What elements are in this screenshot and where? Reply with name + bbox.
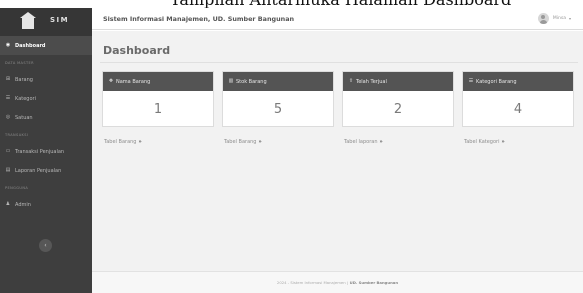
sidebar-item-dashboard[interactable]: ◉ Dashboard — [0, 36, 92, 55]
double-chevron-right-icon: » — [258, 139, 262, 145]
card-telah-terjual: ⇪ Telah Terjual 2 — [342, 71, 454, 127]
sidebar-item-label: Barang — [15, 76, 33, 83]
link-label: Tabel Barang — [224, 139, 257, 145]
card-value: 5 — [273, 101, 283, 117]
user-icon: ♟ — [5, 201, 11, 207]
footer-text: 2024 - Sistem Informasi Manajemen | — [276, 280, 349, 285]
card-kategori-barang: ☰ Kategori Barang 4 — [462, 71, 574, 127]
scale-icon: ◎ — [5, 114, 11, 120]
sidebar-item-transaksi-penjualan[interactable]: ▭ Transaksi Penjualan — [0, 142, 92, 161]
card-nama-barang: ❖ Nama Barang 1 — [102, 71, 214, 127]
figure-caption: Tampilan Antarmuka Halaman Dashboard — [0, 0, 583, 8]
sidebar-item-admin[interactable]: ♟ Admin — [0, 195, 92, 214]
bar-chart-icon: ▥ — [228, 78, 234, 84]
card-header: ☰ Kategori Barang — [463, 72, 573, 91]
figure-caption-text: Tampilan Antarmuka Halaman Dashboard — [170, 0, 511, 8]
double-chevron-right-icon: » — [138, 139, 142, 145]
brand-name: SIM — [50, 16, 70, 24]
sidebar-toggle-button[interactable]: ‹ — [39, 239, 52, 252]
sidebar-item-barang[interactable]: ⊞ Barang — [0, 70, 92, 89]
card-value: 2 — [393, 101, 403, 117]
sidebar-item-label: Dashboard — [15, 42, 46, 49]
topbar: Sistem Informasi Manajemen, UD. Sumber B… — [92, 8, 583, 30]
link-label: Tabel laporan — [344, 139, 378, 145]
card-header: ▥ Stok Barang — [223, 72, 333, 91]
sidebar-heading-pengguna: PENGGUNA — [5, 185, 29, 190]
footer: 2024 - Sistem Informasi Manajemen | UD. … — [92, 271, 583, 293]
cube-icon: ⊞ — [5, 76, 11, 82]
card-header-label: Telah Terjual — [356, 78, 387, 85]
double-chevron-right-icon: » — [501, 139, 505, 145]
list-icon: ☰ — [468, 78, 474, 84]
card-value: 1 — [153, 101, 163, 117]
card-value: 4 — [513, 101, 523, 117]
chevron-down-icon: ▾ — [568, 16, 571, 21]
card-header: ❖ Nama Barang — [103, 72, 213, 91]
card-header: ⇪ Telah Terjual — [343, 72, 453, 91]
link-tabel-barang[interactable]: Tabel Barang » — [104, 139, 142, 145]
upload-icon: ⇪ — [348, 78, 354, 84]
chevron-left-icon: ‹ — [44, 241, 47, 249]
cubes-icon: ❖ — [108, 78, 114, 84]
card-header-label: Nama Barang — [116, 78, 151, 85]
sidebar-heading-data-master: DATA MASTER — [5, 60, 34, 65]
sidebar-item-satuan[interactable]: ◎ Satuan — [0, 108, 92, 127]
cart-icon: ▭ — [5, 148, 11, 154]
sidebar-item-label: Satuan — [15, 114, 33, 121]
sidebar-nav: ◉ Dashboard DATA MASTER ⊞ Barang ☰ Kateg… — [0, 36, 92, 214]
sidebar-item-label: Admin — [15, 201, 31, 208]
main-content: Dashboard ❖ Nama Barang 1 Tabel Barang »… — [92, 31, 583, 293]
link-tabel-barang-stok[interactable]: Tabel Barang » — [224, 139, 262, 145]
sidebar-item-kategori[interactable]: ☰ Kategori — [0, 89, 92, 108]
link-tabel-laporan[interactable]: Tabel laporan » — [344, 139, 383, 145]
divider — [100, 62, 578, 63]
link-label: Tabel Kategori — [464, 139, 500, 145]
report-icon: ▤ — [5, 167, 11, 173]
footer-company[interactable]: UD. Sumber Bangunan — [350, 280, 398, 285]
card-header-label: Stok Barang — [236, 78, 267, 85]
sidebar-item-label: Kategori — [15, 95, 36, 102]
list-icon: ☰ — [5, 95, 11, 101]
building-icon — [20, 11, 36, 29]
sidebar-item-laporan-penjualan[interactable]: ▤ Laporan Penjualan — [0, 161, 92, 180]
app-title: Sistem Informasi Manajemen, UD. Sumber B… — [103, 14, 295, 23]
link-label: Tabel Barang — [104, 139, 137, 145]
sidebar-heading-transaksi: TRANSAKSI — [5, 132, 29, 137]
sidebar-item-label: Laporan Penjualan — [15, 167, 62, 174]
sidebar: SIM ◉ Dashboard DATA MASTER ⊞ Barang ☰ K… — [0, 0, 92, 293]
avatar — [537, 13, 549, 24]
dashboard-icon: ◉ — [5, 42, 11, 48]
sidebar-item-label: Transaksi Penjualan — [15, 148, 65, 155]
user-menu[interactable]: Minsa ▾ — [537, 13, 571, 24]
user-name: Minsa — [552, 16, 566, 21]
link-tabel-kategori[interactable]: Tabel Kategori » — [464, 139, 505, 145]
card-stok-barang: ▥ Stok Barang 5 — [222, 71, 334, 127]
page-title: Dashboard — [103, 44, 171, 57]
card-header-label: Kategori Barang — [476, 78, 517, 85]
double-chevron-right-icon: » — [379, 139, 383, 145]
